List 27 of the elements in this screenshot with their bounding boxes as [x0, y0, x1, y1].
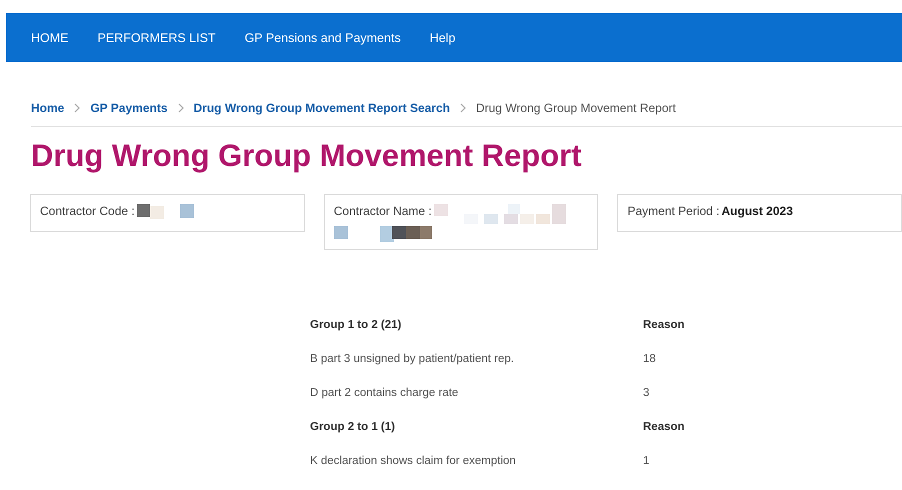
field-value: August 2023 [722, 204, 793, 218]
column-heading: Reason [643, 318, 686, 333]
table-cell: D part 2 contains charge rate [310, 376, 643, 410]
breadcrumb-current: Drug Wrong Group Movement Report [476, 101, 676, 115]
chevron-icon [458, 103, 467, 113]
column-heading: Reason [643, 420, 686, 435]
table-cell-text: 18 [643, 352, 657, 367]
table-cell-text: 1 [643, 454, 650, 469]
nav-link[interactable]: GP Pensions and Payments [244, 26, 401, 48]
group-heading: Group 2 to 1 (1) [310, 420, 396, 435]
field-label: Contractor Name : [334, 204, 432, 218]
nav-link[interactable]: PERFORMERS LIST [98, 26, 216, 48]
redaction-drawing [136, 204, 195, 220]
nav-link[interactable]: Help [430, 26, 456, 48]
group-heading: Group 1 to 2 (21) [310, 318, 402, 333]
chevron-icon [73, 103, 82, 113]
table-cell-text: 3 [643, 386, 650, 401]
breadcrumb-link[interactable]: GP Payments [90, 101, 168, 115]
field-label: Contractor Code : [40, 204, 135, 218]
nav-link[interactable]: HOME [31, 26, 68, 48]
page-title: Drug Wrong Group Movement Report [31, 137, 583, 175]
table-cell-text: K declaration shows claim for exemption [310, 454, 517, 469]
field-label: Payment Period : [627, 204, 720, 218]
chevron-icon [176, 103, 184, 113]
breadcrumb-link[interactable]: Drug Wrong Group Movement Report Search [194, 101, 450, 115]
breadcrumb-link[interactable]: Home [31, 101, 64, 115]
table-cell-text: B part 3 unsigned by patient/patient rep. [310, 352, 515, 367]
